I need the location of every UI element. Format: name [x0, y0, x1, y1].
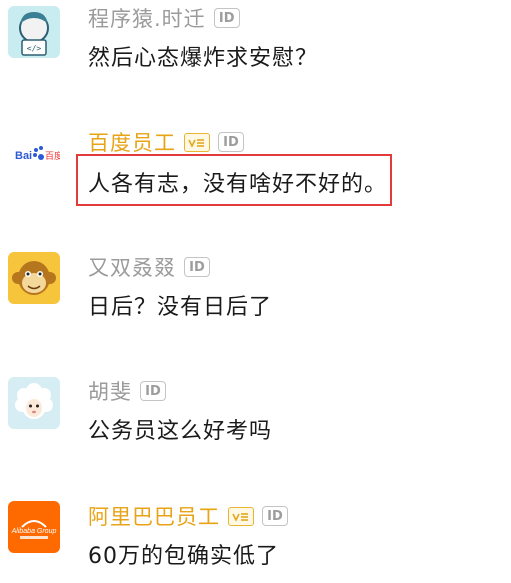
id-badge-icon: ID [262, 506, 288, 526]
username[interactable]: 程序猿.时迁 [88, 3, 206, 33]
id-badge-icon: ID [184, 257, 210, 277]
baidu-logo-icon: Bai 百度 [8, 128, 60, 180]
comment-text: 60万的包确实低了 [88, 544, 279, 569]
verified-employee-badge-icon [184, 132, 210, 152]
comment-header: 又双叒叕 ID [88, 253, 210, 281]
svg-text:Alibaba Group: Alibaba Group [11, 528, 57, 535]
avatar[interactable] [8, 252, 60, 304]
username[interactable]: 胡斐 [88, 376, 132, 406]
comment-text: 日后？没有日后了 [88, 295, 273, 320]
programmer-avatar-icon: </> [8, 6, 60, 58]
comment-text: 然后心态爆炸求安慰？ [88, 46, 319, 71]
comment-header: 阿里巴巴员工 ID [88, 502, 288, 530]
username[interactable]: 阿里巴巴员工 [88, 501, 220, 531]
alibaba-logo-icon: Alibaba Group [8, 501, 60, 553]
username[interactable]: 百度员工 [88, 127, 176, 157]
highlight-box [76, 154, 392, 206]
comment-header: 程序猿.时迁 ID [88, 4, 240, 32]
svg-text:百度: 百度 [45, 150, 60, 162]
monkey-avatar-icon [8, 252, 60, 304]
id-badge-icon: ID [218, 132, 244, 152]
avatar[interactable]: Alibaba Group [8, 501, 60, 553]
verified-employee-badge-icon [228, 506, 254, 526]
avatar[interactable]: </> [8, 6, 60, 58]
sheep-avatar-icon [8, 377, 60, 429]
comment-text: 公务员这么好考吗 [88, 419, 273, 444]
id-badge-icon: ID [213, 8, 240, 28]
id-badge-icon: ID [140, 381, 166, 401]
svg-text:Bai: Bai [15, 150, 32, 162]
comment-header: 百度员工 ID [88, 128, 244, 156]
avatar[interactable] [8, 377, 60, 429]
avatar[interactable]: Bai 百度 [8, 128, 60, 180]
svg-text:</>: </> [27, 44, 42, 53]
username[interactable]: 又双叒叕 [88, 252, 176, 282]
comment-header: 胡斐 ID [88, 377, 166, 405]
